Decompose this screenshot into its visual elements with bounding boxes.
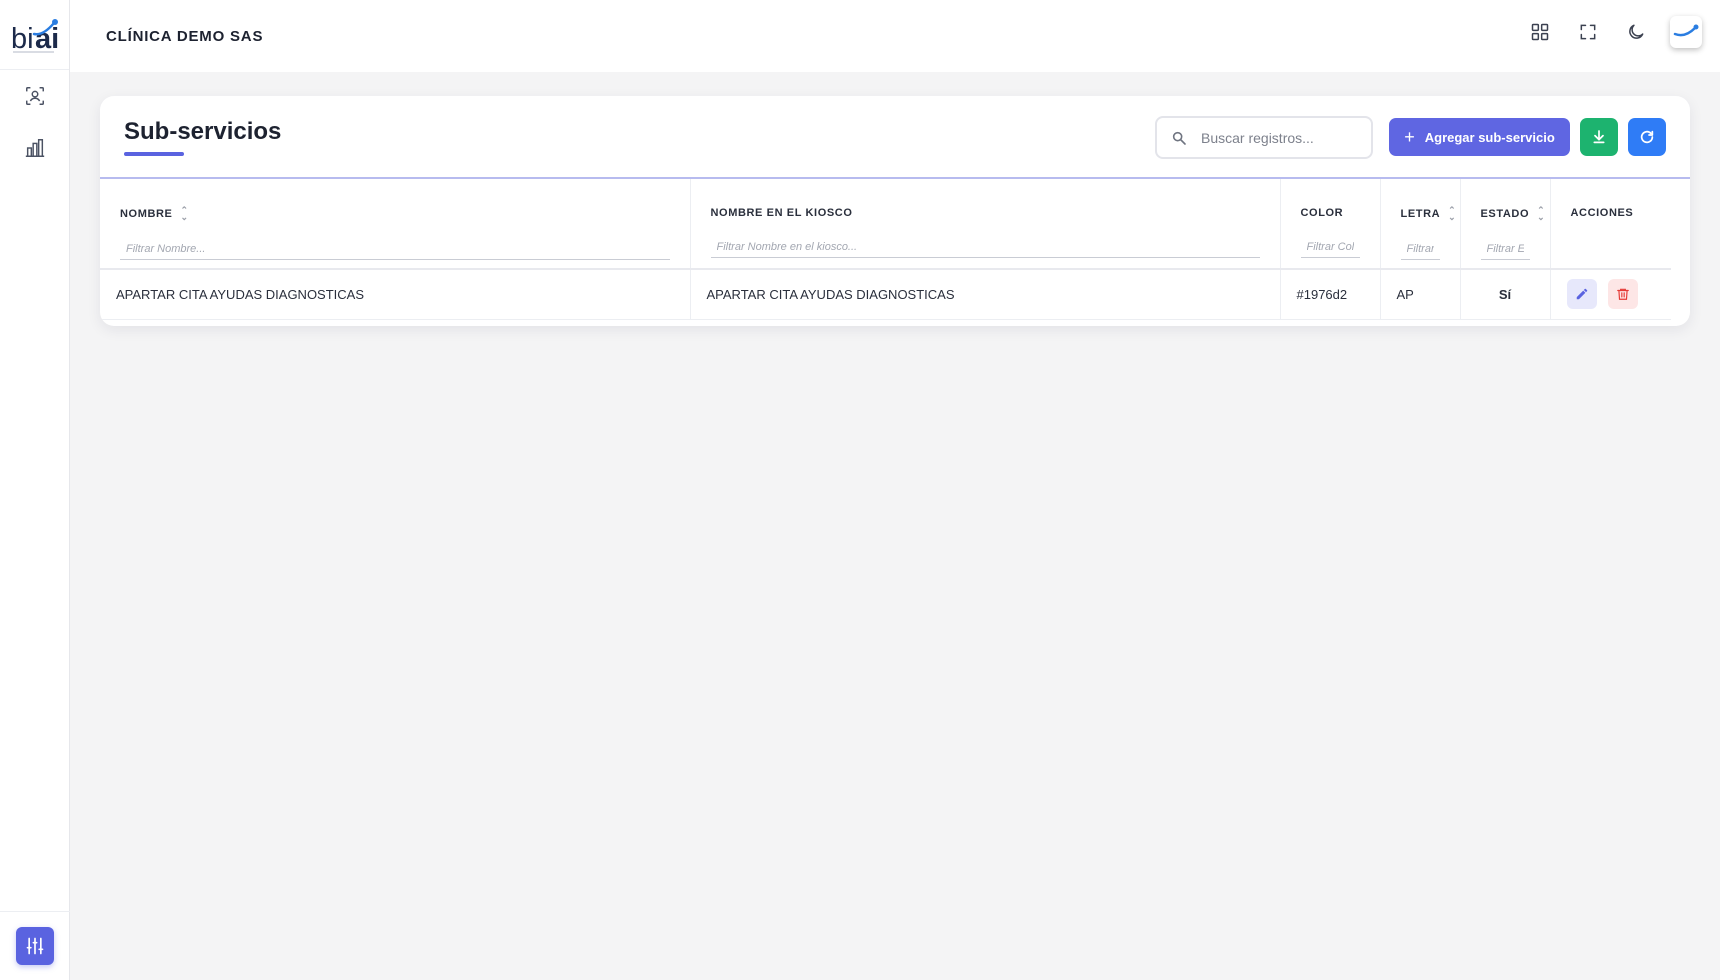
cell-color: #1976d2 (1280, 269, 1381, 320)
download-button[interactable] (1580, 118, 1618, 156)
add-button-label: Agregar sub-servicio (1424, 129, 1555, 145)
settings-button[interactable] (16, 927, 54, 965)
filter-nombre-kiosco-input[interactable] (710, 237, 1260, 258)
table-row[interactable]: APARTAR CITA AYUDAS DIAGNOSTICAS APARTAR… (100, 269, 1671, 320)
brand-swoosh-icon (1673, 24, 1699, 37)
column-label: NOMBRE (120, 208, 173, 220)
fullscreen-button[interactable] (1564, 14, 1612, 50)
cell-estado: Sí (1460, 269, 1551, 320)
sort-icon[interactable]: ⌃ ⌄ (1448, 206, 1456, 222)
top-header: CLÍNICA DEMO SAS (70, 0, 1720, 72)
filter-letra-input[interactable] (1400, 239, 1440, 260)
column-letra: LETRA ⌃ ⌄ (1380, 179, 1461, 270)
column-header-acciones: ACCIONES (1571, 207, 1652, 219)
add-sub-service-button[interactable]: + Agregar sub-servicio (1389, 118, 1570, 156)
cell-acciones (1550, 269, 1671, 320)
grid-icon (1531, 23, 1549, 41)
table-header-row: NOMBRE ⌃⌄ NOMBRE EN EL KIOSCO COLOR (100, 179, 1671, 270)
svg-text:bi: bi (11, 23, 34, 55)
trash-icon (1617, 289, 1629, 301)
delete-button[interactable] (1608, 279, 1639, 310)
column-color: COLOR (1280, 179, 1381, 270)
column-estado: ESTADO ⌃ ⌄ (1460, 179, 1551, 270)
column-nombre-kiosco: NOMBRE EN EL KIOSCO (690, 179, 1281, 270)
svg-text:ai: ai (35, 23, 59, 55)
sort-icon[interactable]: ⌃ ⌄ (1537, 206, 1545, 222)
bar-chart-icon (25, 139, 45, 157)
sidebar-item-users[interactable] (0, 70, 70, 122)
page-title: Sub-servicios (124, 118, 282, 145)
column-header-color: COLOR (1301, 207, 1360, 219)
organization-name: CLÍNICA DEMO SAS (106, 27, 264, 45)
sort-icon[interactable]: ⌃ ⌄ (181, 206, 189, 222)
sidebar: bi ai (0, 0, 70, 980)
column-header-nombre[interactable]: NOMBRE ⌃ ⌄ (120, 206, 670, 222)
edit-button[interactable] (1566, 279, 1597, 310)
avatar[interactable] (1670, 16, 1702, 48)
column-header-letra[interactable]: LETRA ⌃ ⌄ (1400, 206, 1456, 222)
sliders-icon (26, 937, 44, 955)
cell-letra: AP (1380, 269, 1461, 320)
moon-icon (1629, 24, 1644, 39)
pencil-icon (1576, 288, 1587, 300)
user-scan-icon (26, 87, 44, 105)
search-box (1155, 116, 1373, 159)
cell-nombre-kiosco: APARTAR CITA AYUDAS DIAGNOSTICAS (690, 269, 1281, 320)
biai-logo-icon: bi ai (11, 18, 59, 55)
filter-nombre-input[interactable] (120, 239, 670, 260)
refresh-button[interactable] (1628, 118, 1666, 156)
column-label: NOMBRE EN EL KIOSCO (710, 207, 853, 219)
card-header: Sub-servicios + Agregar sub-servicio (100, 96, 1690, 179)
sidebar-footer (0, 911, 70, 980)
logo[interactable]: bi ai (0, 0, 69, 70)
filter-estado-input[interactable] (1480, 239, 1530, 260)
fullscreen-icon (1580, 24, 1596, 40)
theme-toggle-button[interactable] (1612, 14, 1660, 50)
filter-color-input[interactable] (1300, 237, 1360, 258)
column-label: LETRA (1400, 208, 1441, 220)
column-header-estado[interactable]: ESTADO ⌃ ⌄ (1480, 206, 1545, 222)
download-icon (1593, 130, 1605, 144)
search-icon (1172, 131, 1186, 145)
sidebar-item-reports[interactable] (0, 122, 70, 174)
header-actions (1516, 14, 1702, 50)
column-label: ACCIONES (1570, 207, 1634, 219)
column-header-nombre-kiosco: NOMBRE EN EL KIOSCO (711, 207, 1260, 219)
sub-services-table: NOMBRE ⌃⌄ NOMBRE EN EL KIOSCO COLOR (100, 179, 1671, 320)
column-nombre: NOMBRE ⌃ ⌄ (100, 179, 691, 270)
cell-nombre: APARTAR CITA AYUDAS DIAGNOSTICAS (100, 269, 691, 320)
apps-button[interactable] (1516, 14, 1564, 50)
title-underline (124, 152, 184, 156)
refresh-icon (1640, 130, 1654, 144)
plus-icon: + (1404, 127, 1415, 147)
column-label: ESTADO (1480, 208, 1530, 220)
column-acciones: ACCIONES (1550, 179, 1671, 270)
sub-services-card: Sub-servicios + Agregar sub-servicio (100, 96, 1690, 326)
column-label: COLOR (1300, 207, 1344, 219)
search-input[interactable] (1201, 129, 1351, 146)
